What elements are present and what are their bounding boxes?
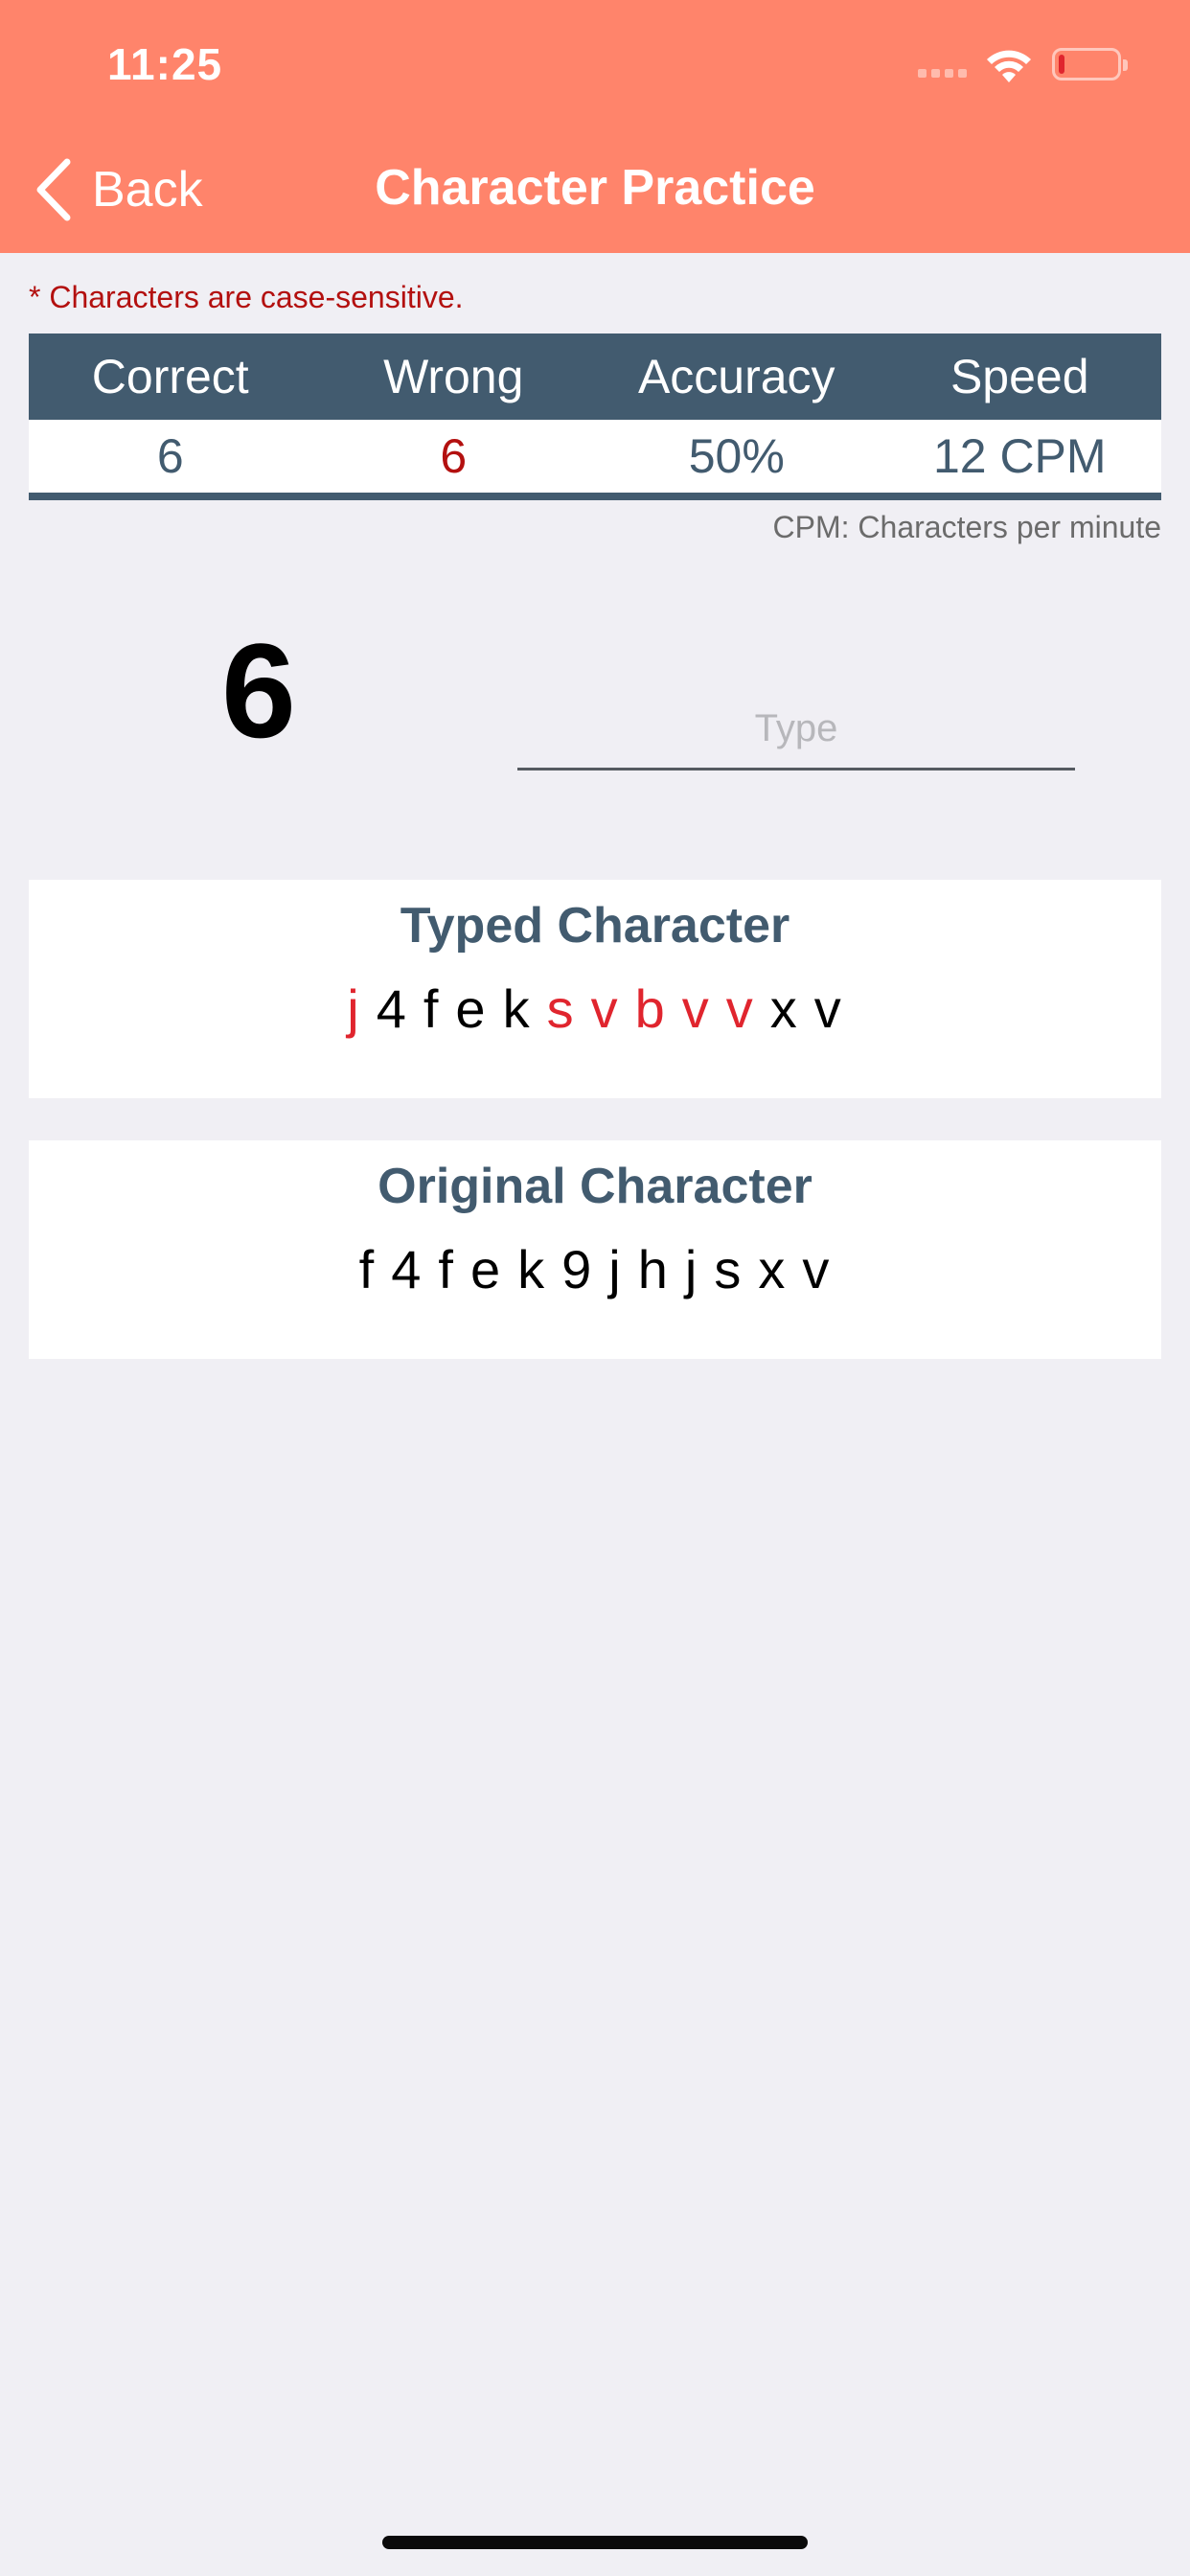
typed-char: 4: [376, 978, 408, 1039]
home-indicator[interactable]: [382, 2536, 808, 2549]
typed-char: x: [769, 978, 799, 1039]
original-character-title: Original Character: [378, 1159, 812, 1214]
original-char: v: [802, 1239, 832, 1300]
current-character: 6: [221, 615, 296, 766]
navigation-bar: 11:25 Back Character Practice: [0, 0, 1190, 253]
original-char: s: [714, 1239, 744, 1300]
original-char: f: [358, 1239, 377, 1300]
original-character-card: Original Character f4fek9jhjsxv: [29, 1140, 1161, 1359]
page-title: Character Practice: [375, 160, 815, 216]
typed-char: v: [725, 978, 755, 1039]
stats-value-row: 6 6 50% 12 CPM: [29, 420, 1161, 500]
typed-character-list: j4feksvbvvxv: [29, 978, 1161, 1040]
typed-char: b: [634, 978, 667, 1039]
original-char: k: [517, 1239, 547, 1300]
case-sensitive-note: * Characters are case-sensitive.: [29, 280, 464, 314]
typed-char: j: [347, 978, 361, 1039]
header-wrong: Wrong: [383, 350, 524, 403]
header-correct: Correct: [91, 350, 249, 403]
stats-header-row: Correct Wrong Accuracy Speed: [29, 334, 1161, 420]
header-speed: Speed: [950, 350, 1089, 403]
cellular-signal-icon: [918, 69, 967, 78]
typed-character-card: Typed Character j4feksvbvvxv: [29, 880, 1161, 1098]
typed-char: v: [681, 978, 711, 1039]
original-character-list: f4fek9jhjsxv: [29, 1238, 1161, 1300]
typed-char: s: [546, 978, 576, 1039]
value-wrong: 6: [440, 429, 468, 483]
original-char: j: [684, 1239, 699, 1300]
header-accuracy: Accuracy: [637, 350, 835, 403]
original-char: j: [608, 1239, 623, 1300]
wifi-icon: [987, 50, 1031, 82]
original-char: e: [469, 1239, 503, 1300]
typed-char: k: [502, 978, 532, 1039]
typed-char: f: [423, 978, 441, 1039]
type-input[interactable]: [517, 690, 1075, 770]
original-char: h: [637, 1239, 670, 1300]
typed-character-title: Typed Character: [400, 898, 790, 954]
original-char: x: [758, 1239, 788, 1300]
status-time: 11:25: [107, 39, 223, 89]
value-speed: 12 CPM: [932, 429, 1107, 483]
original-char: f: [438, 1239, 455, 1300]
original-char: 9: [561, 1239, 594, 1300]
value-correct: 6: [156, 429, 184, 483]
typed-char: v: [813, 978, 843, 1039]
original-char: 4: [391, 1239, 423, 1300]
typed-char: e: [455, 978, 488, 1039]
stats-table: Correct Wrong Accuracy Speed 6 6 50% 12 …: [29, 334, 1161, 500]
battery-icon: [1052, 48, 1128, 80]
value-accuracy: 50%: [688, 429, 785, 483]
typed-char: v: [590, 978, 620, 1039]
cpm-note: CPM: Characters per minute: [772, 510, 1161, 544]
